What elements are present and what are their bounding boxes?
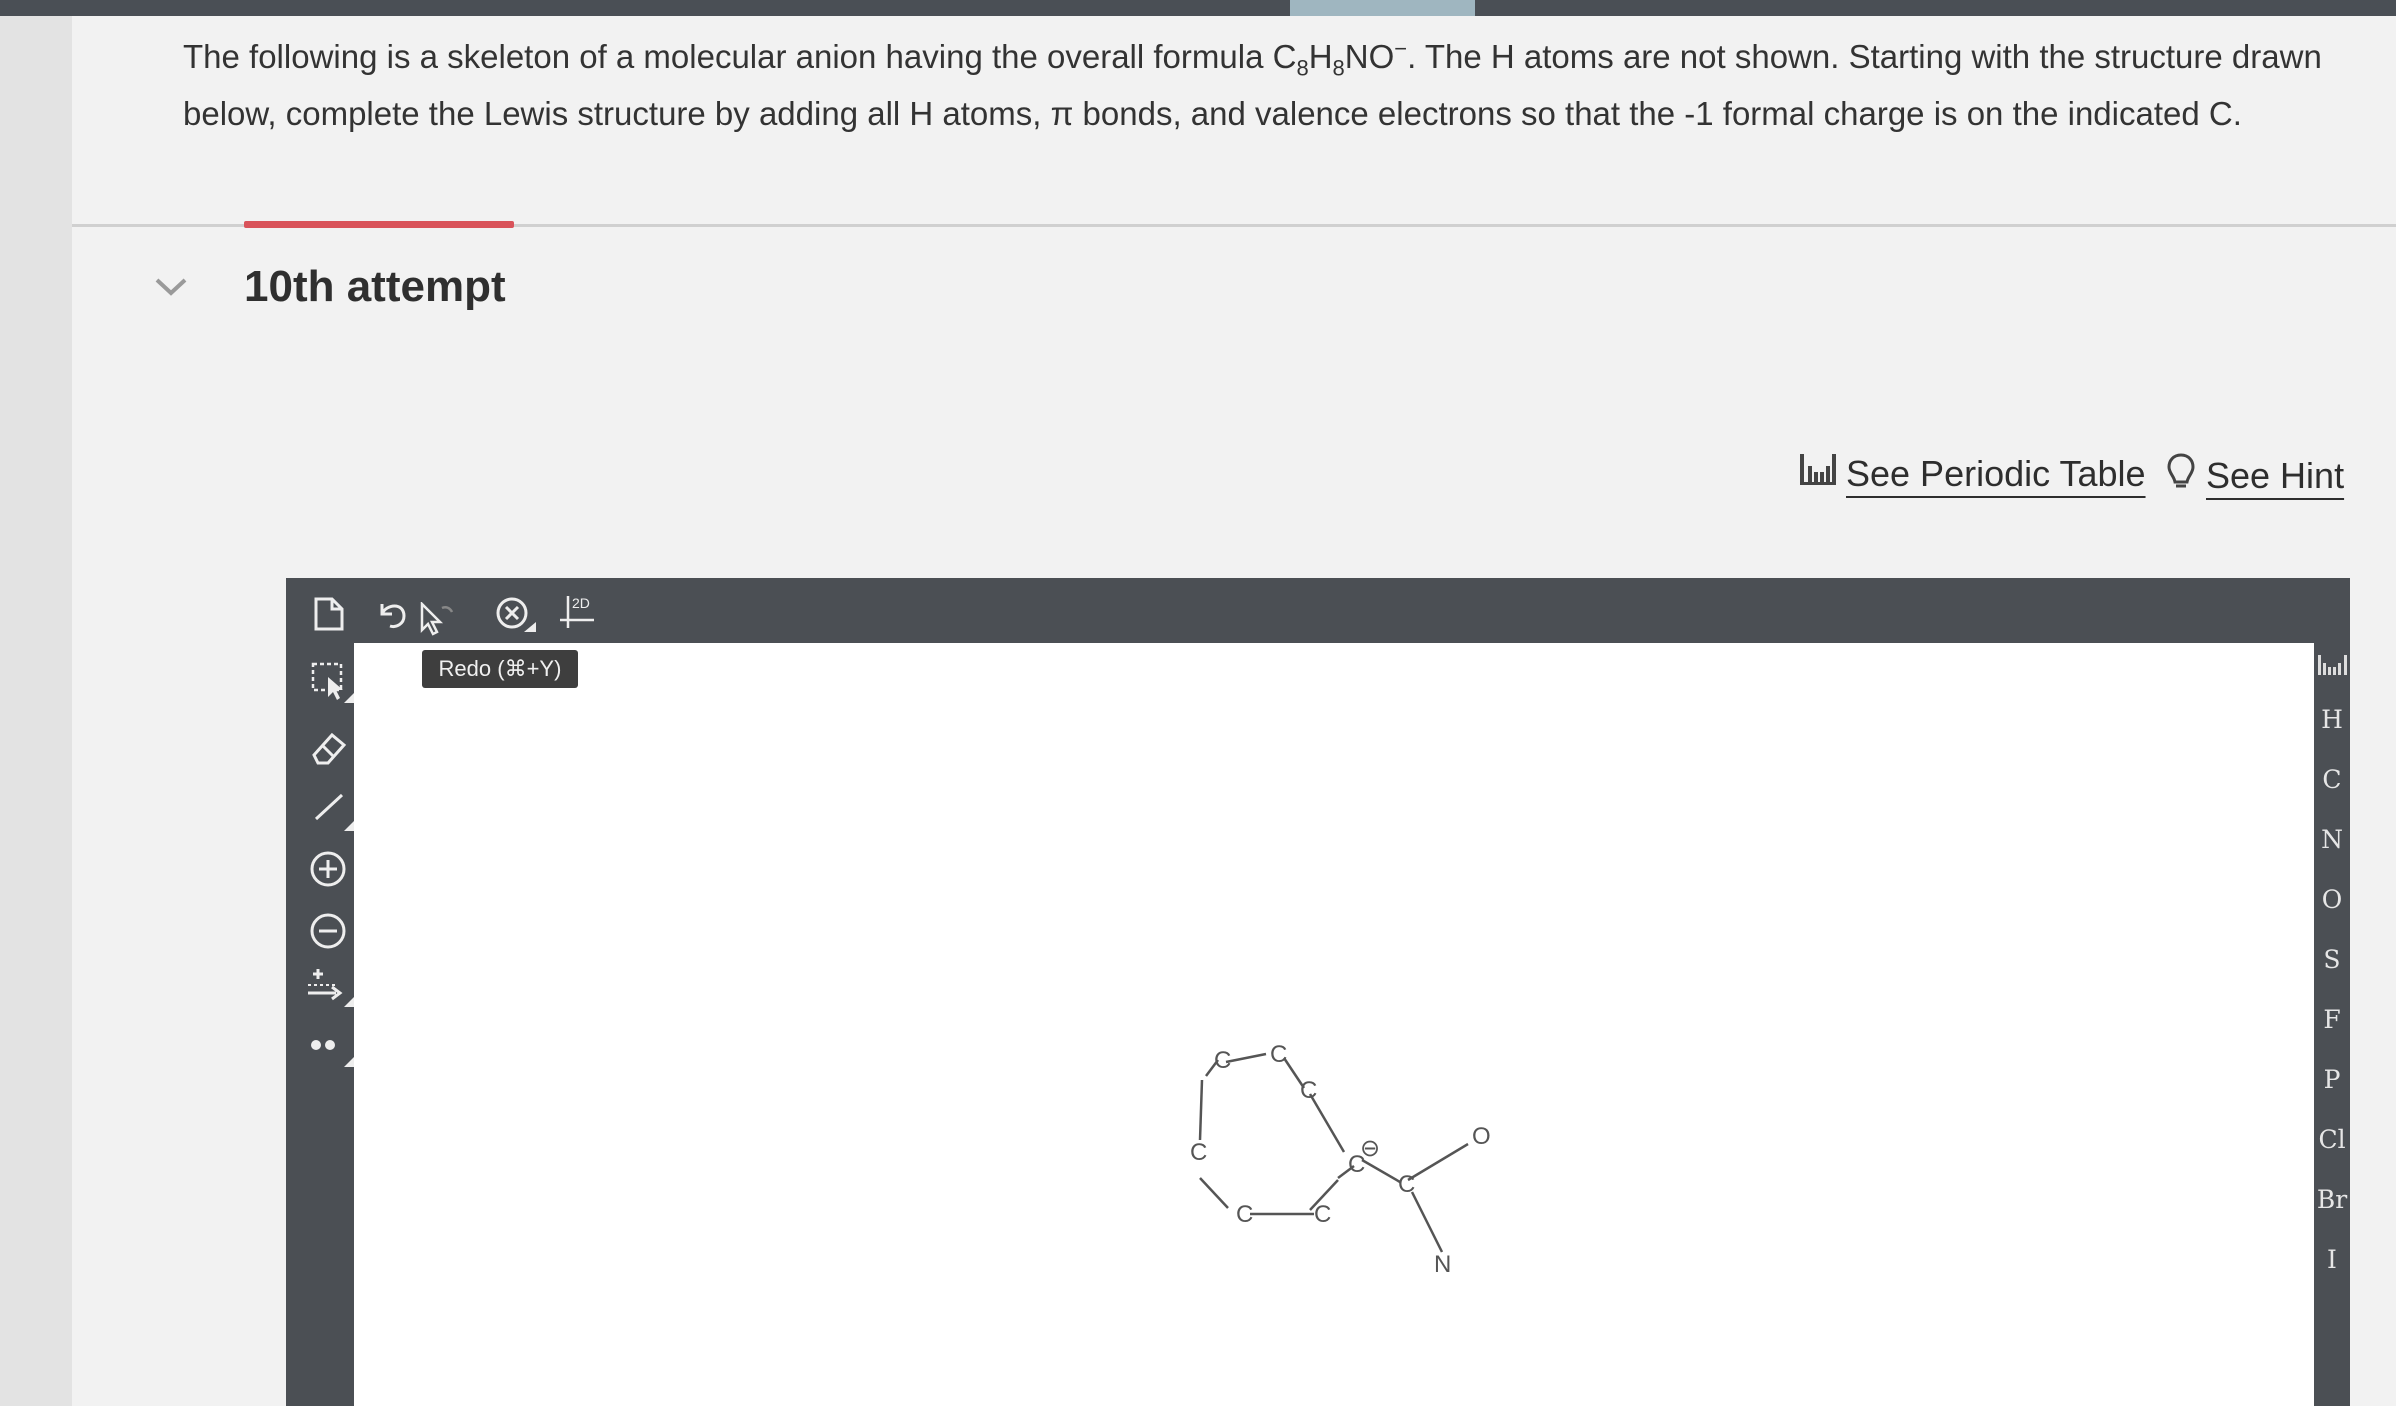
electrons-icon[interactable]	[308, 1035, 356, 1074]
periodic-table-icon	[1800, 452, 1836, 495]
chevron-down-icon[interactable]	[154, 276, 188, 298]
eraser-icon[interactable]	[310, 729, 350, 772]
attempt-label: 10th attempt	[244, 262, 506, 311]
negative-charge-icon[interactable]	[308, 911, 348, 956]
element-br[interactable]: Br	[2314, 1185, 2350, 1214]
question-text: The following is a skeleton of a molecul…	[183, 36, 2322, 133]
clear-icon[interactable]	[494, 596, 538, 643]
clean-2d-label: 2D	[572, 595, 590, 611]
hint-link[interactable]: See Hint	[2166, 452, 2344, 499]
atom-c3: C	[1300, 1077, 1317, 1104]
element-o[interactable]: O	[2314, 885, 2350, 914]
periodic-table-link[interactable]: See Periodic Table	[1800, 452, 2146, 495]
clean-2d-icon[interactable]: 2D	[558, 592, 598, 637]
top-bar-segment	[1290, 0, 1475, 16]
element-h[interactable]: H	[2314, 705, 2350, 734]
element-i[interactable]: I	[2314, 1245, 2350, 1274]
atom-c8: C	[1398, 1171, 1415, 1198]
atom-c4: C	[1190, 1139, 1207, 1166]
editor-left-toolbar	[286, 643, 356, 1406]
undo-icon[interactable]	[374, 596, 410, 637]
periodic-table-label: See Periodic Table	[1846, 452, 2146, 494]
bond-icon[interactable]	[312, 789, 356, 838]
element-cl[interactable]: Cl	[2314, 1125, 2350, 1154]
atom-c5: C	[1236, 1201, 1253, 1228]
select-icon[interactable]	[310, 661, 354, 710]
molecule-skeleton[interactable]: C C C C C C C C O N ⊖	[1150, 1020, 1530, 1320]
attempt-accent-bar	[244, 221, 514, 228]
arrow-icon[interactable]	[306, 965, 356, 1014]
hint-icon	[2166, 452, 2196, 499]
element-n[interactable]: N	[2314, 825, 2350, 854]
redo-icon[interactable]	[418, 600, 458, 643]
element-s[interactable]: S	[2314, 945, 2350, 974]
negative-charge-marker: ⊖	[1360, 1135, 1380, 1162]
atom-c2: C	[1270, 1041, 1287, 1068]
editor-top-toolbar: 2D	[286, 578, 2350, 643]
positive-charge-icon[interactable]	[308, 849, 348, 894]
top-bar	[0, 0, 2396, 16]
periodic-table-palette-icon[interactable]	[2318, 653, 2348, 682]
atom-n: N	[1434, 1251, 1451, 1278]
hint-label: See Hint	[2206, 454, 2345, 496]
element-f[interactable]: F	[2314, 1005, 2350, 1034]
redo-tooltip: Redo (⌘+Y)	[422, 650, 578, 688]
element-c[interactable]: C	[2314, 765, 2350, 794]
element-p[interactable]: P	[2314, 1065, 2350, 1094]
element-palette: H C N O S F P Cl Br I	[2314, 643, 2350, 1406]
left-gutter	[0, 16, 72, 1406]
atom-c1: C	[1214, 1047, 1231, 1074]
new-document-icon[interactable]	[312, 596, 346, 637]
atom-c6: C	[1314, 1201, 1331, 1228]
atom-o: O	[1472, 1123, 1491, 1150]
